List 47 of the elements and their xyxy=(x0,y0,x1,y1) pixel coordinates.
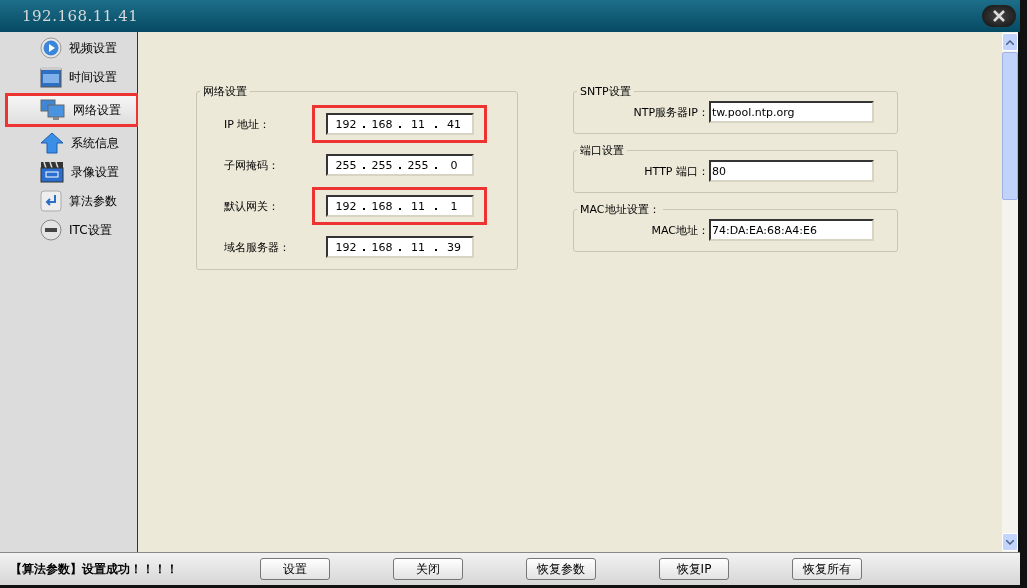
chevron-down-icon xyxy=(1006,539,1014,545)
ip-address-field[interactable]: 255 255 255 0 xyxy=(326,154,474,176)
field-label: IP 地址： xyxy=(223,116,272,132)
sidebar-item[interactable]: 视频设置 xyxy=(5,35,139,61)
play-icon xyxy=(40,37,62,59)
group-title: MAC地址设置： xyxy=(579,202,661,217)
field-label: NTP服务器IP： xyxy=(632,104,709,120)
action-button[interactable]: 恢复参数 xyxy=(526,558,596,580)
group-title: 端口设置 xyxy=(579,143,625,158)
text-field[interactable]: 74:DA:EA:68:A4:E6 xyxy=(709,219,874,241)
badge-icon xyxy=(40,219,62,241)
action-button[interactable]: 关闭 xyxy=(393,558,463,580)
sidebar-item[interactable]: 系统信息 xyxy=(5,130,139,156)
scrollbar[interactable] xyxy=(1002,32,1020,552)
text-field[interactable]: tw.pool.ntp.org xyxy=(709,101,874,123)
ip-address-field[interactable]: 192 168 11 41 xyxy=(326,113,474,135)
field-label: 域名服务器： xyxy=(223,239,291,255)
field-label: HTTP 端口： xyxy=(643,163,709,179)
text-field[interactable]: 80 xyxy=(709,160,874,182)
close-button[interactable] xyxy=(982,5,1016,27)
enter-key-icon xyxy=(40,190,62,212)
field-label: 默认网关： xyxy=(223,198,280,214)
action-button[interactable]: 恢复所有 xyxy=(792,558,862,580)
ip-address-field[interactable]: 192 168 11 39 xyxy=(326,236,474,258)
clapperboard-icon xyxy=(40,161,64,183)
group-title: SNTP设置 xyxy=(579,84,632,99)
field-label: MAC地址： xyxy=(650,222,709,238)
ip-address-field[interactable]: 192 168 11 1 xyxy=(326,195,474,217)
sidebar-item[interactable]: 录像设置 xyxy=(5,159,139,185)
scroll-thumb[interactable] xyxy=(1002,52,1018,200)
scroll-up-button[interactable] xyxy=(1002,33,1018,51)
calendar-icon xyxy=(40,66,62,88)
group-title: 网络设置 xyxy=(202,84,248,99)
status-message: 【算法参数】设置成功！！！！ xyxy=(10,560,179,578)
sidebar-item[interactable]: 网络设置 xyxy=(5,93,139,127)
sidebar-item[interactable]: 时间设置 xyxy=(5,64,139,90)
action-button[interactable]: 设置 xyxy=(260,558,330,580)
sidebar-item[interactable]: 算法参数 xyxy=(5,188,139,214)
action-button[interactable]: 恢复IP xyxy=(659,558,729,580)
window-title: 192.168.11.41 xyxy=(22,7,139,25)
up-arrow-icon xyxy=(40,132,64,154)
field-label: 子网掩码： xyxy=(223,157,280,173)
scroll-down-button[interactable] xyxy=(1002,533,1018,551)
sidebar-item[interactable]: ITC设置 xyxy=(5,217,139,243)
chevron-up-icon xyxy=(1006,39,1014,45)
close-icon xyxy=(992,10,1006,22)
monitors-icon xyxy=(40,99,66,121)
